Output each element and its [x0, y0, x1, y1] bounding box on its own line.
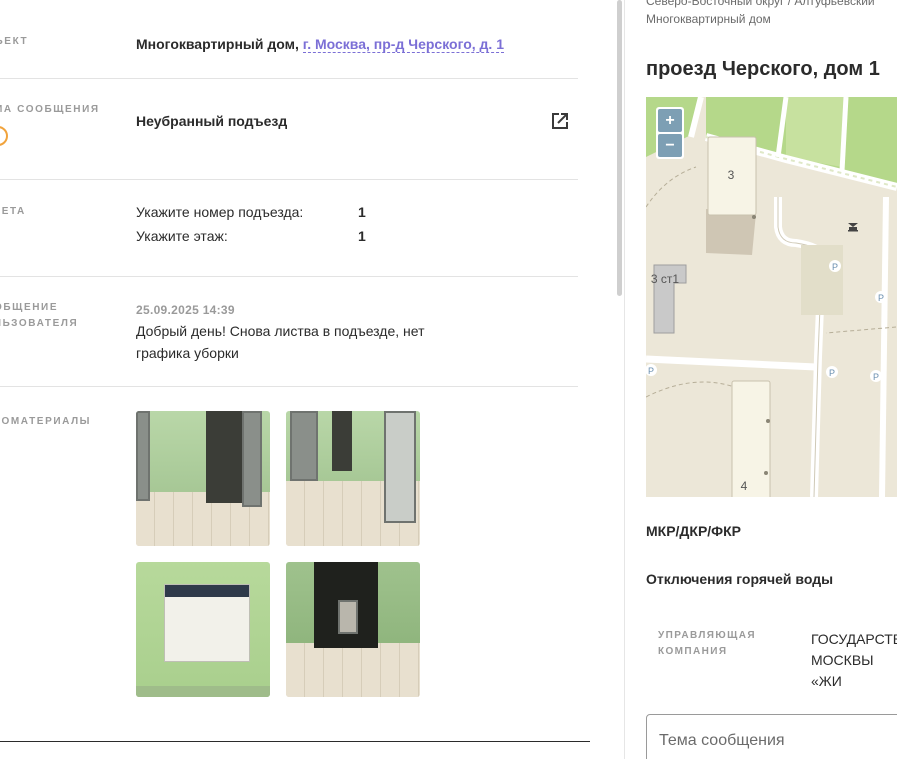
form-answer-1: Укажите номер подъезда: 1 [136, 200, 366, 224]
form-answer: 1 [358, 204, 366, 220]
svg-text:P: P [829, 368, 835, 378]
topic-label: МА СООБЩЕНИЯ [0, 104, 100, 115]
photo-thumbnail-4[interactable] [286, 562, 420, 697]
object-type: Многоквартирный дом, [136, 36, 303, 52]
svg-text:P: P [873, 372, 879, 382]
building-label-3-st1: 3 ст1 [651, 272, 680, 286]
form-divider [0, 741, 590, 742]
svg-text:P: P [878, 293, 884, 303]
message-label: ОБЩЕНИЕ ЛЬЗОВАТЕЛЯ [0, 302, 79, 329]
photo-thumbnail-1[interactable] [136, 411, 270, 546]
ticket-details-panel: ЪЕКТ Многоквартирный дом, г. Москва, пр-… [0, 0, 590, 759]
object-value: Многоквартирный дом, г. Москва, пр-д Чер… [136, 33, 504, 55]
photos-label: ТОМАТЕРИАЛЫ [0, 416, 92, 427]
location-map[interactable]: 3 3 ст1 4 P P P P P + − [646, 97, 897, 497]
section-repair-programs[interactable]: МКР/ДКР/ФКР [646, 523, 741, 539]
panel-divider [624, 0, 625, 759]
management-company-value: ГОСУДАРСТВ МОСКВЫ «ЖИ [811, 631, 897, 689]
form-answer: 1 [358, 228, 366, 244]
map-zoom-control: + − [656, 107, 684, 159]
section-hot-water-outages[interactable]: Отключения горячей воды [646, 571, 833, 587]
parking-icon: P [826, 366, 838, 378]
message-date: 25.09.2025 14:39 [136, 303, 235, 317]
photo-thumbnail-3[interactable] [136, 562, 270, 697]
message-text: Добрый день! Снова листва в подъезде, не… [136, 323, 425, 361]
management-company-label: УПРАВЛЯЮЩАЯ КОМПАНИЯ [658, 630, 756, 657]
form-row: КЕТА Укажите номер подъезда: 1 Укажите эт… [0, 180, 578, 277]
breadcrumb-type: Многоквартирный дом [646, 12, 771, 26]
breadcrumb[interactable]: Северо-Восточный округ / Алтуфьевский [646, 0, 875, 10]
object-row: ЪЕКТ Многоквартирный дом, г. Москва, пр-… [0, 0, 578, 79]
topic-value: Неубранный подъезд [136, 113, 288, 129]
zoom-in-button[interactable]: + [658, 109, 682, 132]
building-label-3: 3 [728, 168, 735, 182]
parking-icon: P [646, 364, 657, 376]
subject-input[interactable]: Тема сообщения [646, 714, 897, 759]
object-address-link[interactable]: г. Москва, пр-д Черского, д. 1 [302, 36, 504, 53]
bank-icon [848, 223, 858, 232]
page-title: проезд Черского, дом 1 [646, 58, 880, 80]
form-question: Укажите этаж: [136, 228, 228, 244]
form-answer-2: Укажите этаж: 1 [136, 224, 366, 248]
parking-icon: P [875, 291, 887, 303]
zoom-out-button[interactable]: − [658, 134, 682, 157]
object-label: ЪЕКТ [0, 36, 29, 47]
svg-text:P: P [832, 262, 838, 272]
parking-icon: P [829, 260, 841, 272]
form-question: Укажите номер подъезда: [136, 204, 304, 220]
form-label: КЕТА [0, 206, 26, 217]
scrollbar[interactable] [617, 0, 622, 296]
open-external-icon[interactable] [548, 109, 572, 133]
svg-text:P: P [648, 366, 654, 376]
topic-row: МА СООБЩЕНИЯ Неубранный подъезд [0, 79, 578, 180]
parking-icon: P [870, 370, 882, 382]
photo-thumbnail-2[interactable] [286, 411, 420, 546]
building-label-4: 4 [741, 479, 748, 493]
